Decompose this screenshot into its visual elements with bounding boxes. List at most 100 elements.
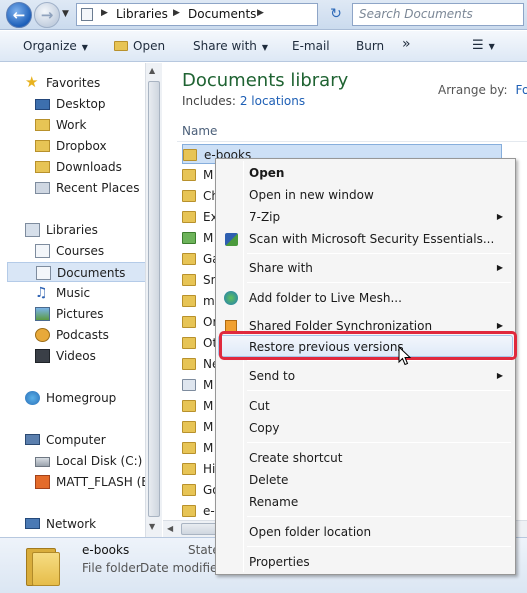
open-label: Open: [133, 39, 166, 53]
menu-item-open[interactable]: Open: [218, 162, 513, 184]
computer-icon: [25, 434, 40, 445]
menu-item-share-with[interactable]: Share with ▶: [218, 257, 513, 279]
menu-item-properties[interactable]: Properties: [218, 551, 513, 573]
menu-separator: [247, 516, 511, 517]
library-icon: [81, 8, 93, 21]
forward-button[interactable]: →: [34, 2, 60, 28]
nav-matt-flash-label: MATT_FLASH (E:: [56, 475, 149, 489]
menu-item-label: Add folder to Live Mesh...: [249, 291, 402, 305]
nav-courses-label: Courses: [56, 244, 105, 258]
chevron-right-icon[interactable]: ▶: [101, 8, 108, 18]
usb-drive-icon: [35, 475, 50, 489]
menu-item-rename[interactable]: Rename: [218, 491, 513, 513]
caret-down-icon: ▼: [81, 43, 88, 52]
menu-item-label: 7-Zip: [249, 210, 281, 224]
folder-icon: [182, 358, 196, 370]
search-input[interactable]: Search Documents: [352, 3, 524, 26]
includes-label: Includes:: [182, 94, 236, 108]
documents-icon: [36, 266, 51, 280]
file-name: M: [203, 441, 214, 455]
organize-button[interactable]: Organize ▼: [23, 39, 88, 53]
scroll-down-icon[interactable]: ▼: [149, 522, 155, 531]
nav-pictures-label: Pictures: [56, 307, 104, 321]
file-name: M: [203, 168, 214, 182]
mouse-cursor-icon: [398, 346, 412, 366]
recent-pages-dropdown[interactable]: ▼: [62, 9, 69, 19]
arrange-by: Arrange by: Fol: [438, 83, 527, 97]
arrow-right-icon: →: [40, 6, 54, 24]
menu-item-label: Open in new window: [249, 188, 374, 202]
nav-downloads-label: Downloads: [56, 160, 122, 174]
folder-large-icon: [26, 542, 64, 586]
file-name: m: [203, 294, 215, 308]
nav-documents-label: Documents: [57, 266, 126, 280]
menu-item-create-shortcut[interactable]: Create shortcut: [218, 447, 513, 469]
breadcrumb-documents[interactable]: Documents: [188, 7, 256, 21]
videos-icon: [35, 349, 50, 363]
submenu-arrow-icon: ▶: [496, 263, 503, 272]
menu-item-open-new-window[interactable]: Open in new window: [218, 184, 513, 206]
menu-item-scan[interactable]: Scan with Microsoft Security Essentials.…: [218, 228, 513, 250]
breadcrumb-libraries[interactable]: Libraries: [116, 7, 168, 21]
nav-scroll-thumb[interactable]: [148, 81, 160, 517]
dropbox-icon: [35, 140, 50, 152]
menu-item-label: Create shortcut: [249, 451, 343, 465]
menu-item-open-folder-location[interactable]: Open folder location: [218, 521, 513, 543]
view-options-button[interactable]: ☰ ▼: [472, 38, 495, 53]
folder-icon: [182, 421, 196, 433]
submenu-arrow-icon: ▶: [496, 371, 503, 380]
menu-item-add-live-mesh[interactable]: Add folder to Live Mesh...: [218, 287, 513, 309]
burn-button[interactable]: Burn: [356, 39, 384, 53]
arrange-by-value[interactable]: Fol: [516, 83, 527, 97]
submenu-arrow-icon: ▶: [496, 212, 503, 221]
caret-down-icon: ▼: [488, 42, 495, 51]
menu-item-label: Properties: [249, 555, 310, 569]
list-view-icon: ☰: [472, 38, 484, 53]
locations-link[interactable]: 2 locations: [240, 94, 305, 108]
nav-scrollbar[interactable]: ▲ ▼: [145, 63, 162, 537]
column-header-name[interactable]: Name: [182, 124, 217, 138]
back-button[interactable]: ←: [6, 2, 32, 28]
menu-item-label: Cut: [249, 399, 270, 413]
music-icon: ♫: [35, 285, 48, 301]
organize-label: Organize: [23, 39, 77, 53]
more-commands-button[interactable]: »: [402, 36, 411, 52]
synced-folder-icon: [182, 232, 196, 244]
security-essentials-icon: [225, 233, 238, 246]
caret-down-icon: ▼: [261, 43, 269, 52]
share-with-label: Share with: [193, 39, 257, 53]
menu-separator: [247, 253, 511, 254]
context-menu: Open Open in new window 7-Zip ▶ Scan with…: [215, 158, 516, 575]
share-with-button[interactable]: Share with ▼: [193, 39, 268, 53]
address-bar[interactable]: ▶ Libraries ▶ Documents ▶: [76, 3, 318, 26]
network-icon: [25, 518, 40, 529]
details-type: File folder: [82, 561, 141, 575]
menu-item-7zip[interactable]: 7-Zip ▶: [218, 206, 513, 228]
refresh-button[interactable]: ↻: [324, 3, 348, 26]
folder-icon: [182, 211, 196, 223]
address-bar-area: ← → ▼ ▶ Libraries ▶ Documents ▶ ↻ Search…: [0, 0, 527, 30]
chevron-right-icon[interactable]: ▶: [173, 8, 180, 18]
menu-item-send-to[interactable]: Send to ▶: [218, 365, 513, 387]
scroll-left-icon[interactable]: ◀: [167, 524, 173, 533]
menu-item-copy[interactable]: Copy: [218, 417, 513, 439]
downloads-icon: [35, 161, 50, 173]
email-button[interactable]: E-mail: [292, 39, 330, 53]
menu-separator: [247, 390, 511, 391]
menu-item-delete[interactable]: Delete: [218, 469, 513, 491]
library-title: Documents library: [182, 70, 349, 91]
drive-icon: [35, 457, 50, 467]
scroll-up-icon[interactable]: ▲: [149, 66, 155, 75]
menu-separator: [247, 360, 511, 361]
navigation-pane: ★ Favorites Desktop Work Dropbox Download…: [0, 63, 149, 537]
chevron-right-icon[interactable]: ▶: [257, 8, 264, 18]
open-button[interactable]: Open: [114, 39, 165, 53]
nav-documents[interactable]: Documents: [7, 262, 146, 282]
folder-icon: [182, 190, 196, 202]
file-name: M: [203, 231, 214, 245]
menu-item-label: Scan with Microsoft Security Essentials.…: [249, 232, 495, 246]
menu-item-cut[interactable]: Cut: [218, 395, 513, 417]
homegroup-icon: [25, 391, 40, 405]
menu-item-label: Copy: [249, 421, 280, 435]
folder-icon: [182, 463, 196, 475]
